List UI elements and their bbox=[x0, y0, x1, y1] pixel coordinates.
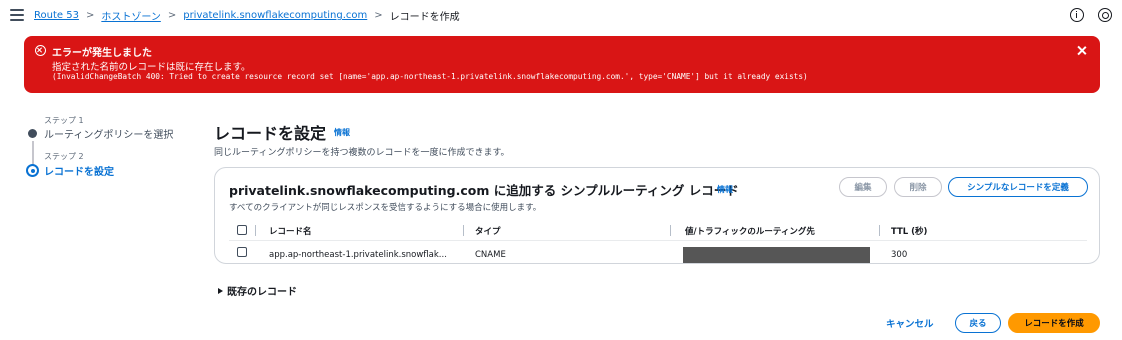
caret-right-icon bbox=[218, 288, 223, 294]
breadcrumb-current: レコードを作成 bbox=[389, 12, 460, 23]
column-separator bbox=[879, 225, 880, 236]
breadcrumb-hosted-zones[interactable]: ホストゾーン bbox=[101, 8, 161, 23]
page-info-link[interactable]: 情報 bbox=[334, 127, 350, 138]
step-1-name[interactable]: ルーティングポリシーを選択 bbox=[44, 126, 173, 141]
select-all-checkbox[interactable] bbox=[237, 225, 247, 235]
existing-records-label: 既存のレコード bbox=[227, 287, 297, 298]
error-alert: エラーが発生しました 指定された名前のレコードは既に存在します。 (Invali… bbox=[24, 36, 1100, 93]
breadcrumb-route53[interactable]: Route 53 bbox=[34, 10, 79, 21]
close-icon[interactable] bbox=[1076, 45, 1087, 56]
container-description: すべてのクライアントが同じレスポンスを受信するようにする場合に使用します。 bbox=[229, 203, 542, 213]
column-separator bbox=[670, 225, 671, 236]
redacted-value-cell bbox=[683, 247, 870, 263]
column-header-value: 値/トラフィックのルーティング先 bbox=[685, 227, 815, 237]
chevron-right-icon: > bbox=[374, 10, 383, 21]
error-title: エラーが発生しました bbox=[52, 48, 152, 59]
breadcrumb-zone[interactable]: privatelink.snowflakecomputing.com bbox=[183, 10, 367, 21]
step-2-name: レコードを設定 bbox=[44, 167, 114, 178]
cancel-button[interactable]: キャンセル bbox=[886, 316, 934, 330]
records-container: privatelink.snowflakecomputing.com に追加する… bbox=[214, 167, 1100, 264]
breadcrumb: Route 53 > ホストゾーン > privatelink.snowflak… bbox=[34, 8, 460, 23]
menu-icon[interactable] bbox=[10, 9, 24, 21]
info-icon[interactable] bbox=[1070, 8, 1084, 22]
row-checkbox[interactable] bbox=[237, 247, 247, 257]
back-button[interactable]: 戻る bbox=[955, 313, 1001, 333]
delete-button[interactable]: 削除 bbox=[894, 177, 942, 197]
chevron-right-icon: > bbox=[167, 10, 177, 21]
container-title: privatelink.snowflakecomputing.com に追加する… bbox=[229, 183, 739, 198]
column-separator bbox=[463, 225, 464, 236]
step-1-indicator bbox=[28, 129, 37, 138]
page-description: 同じルーティングポリシーを持つ複数のレコードを一度に作成できます。 bbox=[214, 148, 510, 158]
container-info-link[interactable]: 情報 bbox=[717, 184, 733, 195]
existing-records-expander[interactable]: 既存のレコード bbox=[218, 283, 297, 298]
record-ttl-cell: 300 bbox=[891, 250, 908, 260]
error-detail: (InvalidChangeBatch 400: Tried to create… bbox=[52, 72, 808, 81]
settings-icon[interactable] bbox=[1098, 8, 1112, 22]
table-divider bbox=[229, 240, 1087, 241]
step-2-label: ステップ 2 bbox=[44, 152, 84, 161]
page-title: レコードを設定 bbox=[214, 124, 327, 143]
step-1-label: ステップ 1 bbox=[44, 116, 84, 125]
error-message: 指定された名前のレコードは既に存在します。 bbox=[52, 62, 251, 73]
record-name-cell: app.ap-northeast-1.privatelink.snowflak.… bbox=[269, 250, 447, 260]
column-header-type: タイプ bbox=[475, 227, 501, 237]
step-2-indicator bbox=[26, 164, 39, 177]
column-separator bbox=[255, 225, 256, 236]
create-record-button[interactable]: レコードを作成 bbox=[1008, 313, 1100, 333]
record-type-cell: CNAME bbox=[475, 250, 506, 260]
top-navigation: Route 53 > ホストゾーン > privatelink.snowflak… bbox=[0, 0, 1122, 32]
column-header-record-name: レコード名 bbox=[269, 227, 312, 237]
error-icon bbox=[35, 45, 46, 56]
column-header-ttl: TTL (秒) bbox=[891, 227, 928, 237]
chevron-right-icon: > bbox=[85, 10, 95, 21]
step-connector bbox=[32, 141, 34, 165]
define-simple-record-button[interactable]: シンプルなレコードを定義 bbox=[948, 177, 1088, 197]
edit-button[interactable]: 編集 bbox=[839, 177, 887, 197]
